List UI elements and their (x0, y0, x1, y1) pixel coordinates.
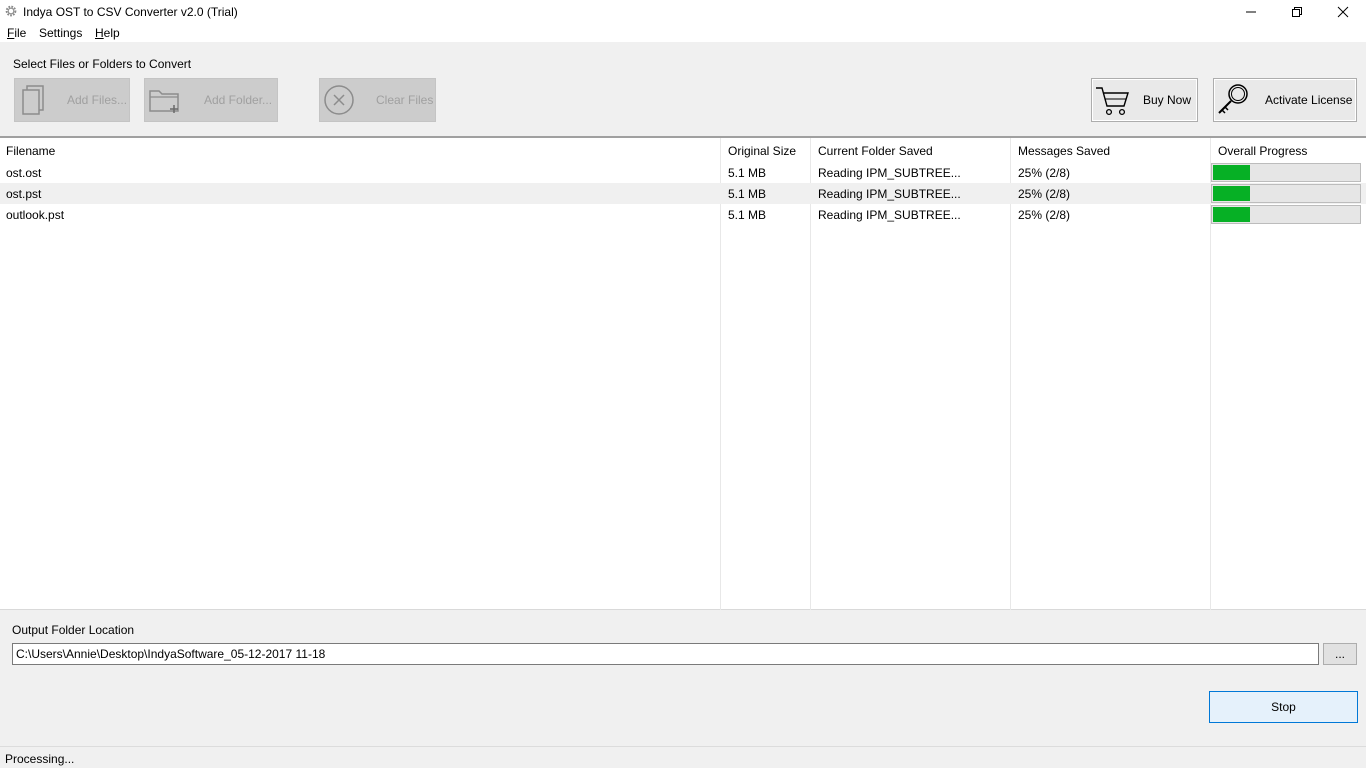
progress-fill (1213, 207, 1250, 222)
restore-icon (1292, 7, 1302, 17)
add-folder-label: Add Folder... (204, 93, 273, 107)
status-bar: Processing... (0, 746, 1366, 768)
cell-filename: ost.pst (6, 187, 42, 201)
clear-files-button[interactable]: Clear Files (319, 78, 436, 122)
header-current-folder[interactable]: Current Folder Saved (818, 144, 933, 158)
files-icon (22, 85, 44, 115)
progress-fill (1213, 186, 1250, 201)
menu-file[interactable]: File (7, 26, 26, 40)
close-icon (1337, 6, 1349, 18)
cell-folder: Reading IPM_SUBTREE... (818, 187, 961, 201)
progress-bar (1211, 205, 1361, 224)
add-files-button[interactable]: Add Files... (14, 78, 130, 122)
gear-icon (5, 5, 17, 17)
title-bar[interactable]: Indya OST to CSV Converter v2.0 (Trial) (0, 0, 1366, 24)
progress-bar (1211, 184, 1361, 203)
menu-settings[interactable]: Settings (39, 26, 82, 40)
table-row[interactable]: ost.pst 5.1 MB Reading IPM_SUBTREE... 25… (0, 183, 1366, 204)
menu-bar: File Settings Help (0, 24, 1366, 42)
cell-folder: Reading IPM_SUBTREE... (818, 166, 961, 180)
header-original-size[interactable]: Original Size (728, 144, 796, 158)
add-folder-button[interactable]: Add Folder... (144, 78, 278, 122)
close-button[interactable] (1320, 0, 1366, 24)
browse-button[interactable]: ... (1323, 643, 1357, 665)
stop-button[interactable]: Stop (1209, 691, 1358, 723)
header-filename[interactable]: Filename (6, 144, 55, 158)
header-messages-saved[interactable]: Messages Saved (1018, 144, 1110, 158)
clear-files-label: Clear Files (376, 93, 434, 107)
key-icon (1218, 84, 1248, 114)
cell-folder: Reading IPM_SUBTREE... (818, 208, 961, 222)
cell-filename: outlook.pst (6, 208, 65, 222)
window-title: Indya OST to CSV Converter v2.0 (Trial) (23, 5, 238, 19)
progress-bar (1211, 163, 1361, 182)
buy-now-button[interactable]: Buy Now (1091, 78, 1198, 122)
cell-filename: ost.ost (6, 166, 42, 180)
select-files-label: Select Files or Folders to Convert (13, 57, 192, 71)
minimize-icon (1246, 11, 1256, 13)
file-list[interactable]: Filename Original Size Current Folder Sa… (0, 136, 1366, 610)
status-text: Processing... (5, 752, 75, 766)
table-row[interactable]: ost.ost 5.1 MB Reading IPM_SUBTREE... 25… (0, 162, 1366, 183)
cell-messages: 25% (2/8) (1018, 208, 1071, 222)
cell-messages: 25% (2/8) (1018, 187, 1071, 201)
header-overall-progress[interactable]: Overall Progress (1218, 144, 1307, 158)
cart-icon (1096, 87, 1129, 116)
minimize-button[interactable] (1228, 0, 1274, 24)
table-row[interactable]: outlook.pst 5.1 MB Reading IPM_SUBTREE..… (0, 204, 1366, 225)
cell-size: 5.1 MB (728, 208, 767, 222)
buy-now-label: Buy Now (1143, 93, 1192, 107)
cell-messages: 25% (2/8) (1018, 166, 1071, 180)
menu-help[interactable]: Help (95, 26, 120, 40)
output-folder-label: Output Folder Location (12, 623, 135, 637)
output-folder-input[interactable] (12, 643, 1319, 665)
add-files-label: Add Files... (67, 93, 128, 107)
clear-circle-icon (324, 85, 354, 115)
folder-add-icon (149, 90, 179, 113)
progress-fill (1213, 165, 1250, 180)
restore-button[interactable] (1274, 0, 1320, 24)
activate-license-label: Activate License (1265, 93, 1353, 107)
activate-license-button[interactable]: Activate License (1213, 78, 1357, 122)
cell-size: 5.1 MB (728, 187, 767, 201)
cell-size: 5.1 MB (728, 166, 767, 180)
